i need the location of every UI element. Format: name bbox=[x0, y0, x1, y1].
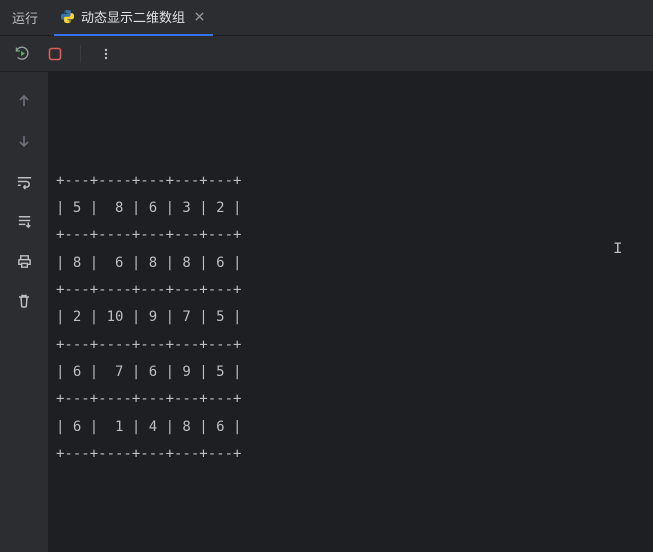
stop-button[interactable] bbox=[44, 43, 66, 65]
run-tab[interactable]: 动态显示二维数组 bbox=[54, 0, 213, 36]
arrow-down-icon[interactable] bbox=[13, 130, 35, 152]
console-text: +---+----+---+---+---+ | 5 | 8 | 6 | 3 |… bbox=[56, 173, 241, 462]
app-root: 运行 动态显示二维数组 bbox=[0, 0, 653, 552]
close-icon[interactable] bbox=[191, 9, 207, 25]
text-cursor: I bbox=[613, 234, 614, 252]
tab-title: 动态显示二维数组 bbox=[81, 7, 185, 26]
trash-icon[interactable] bbox=[13, 290, 35, 312]
arrow-up-icon[interactable] bbox=[13, 90, 35, 112]
python-icon bbox=[60, 9, 75, 24]
run-toolbar bbox=[0, 36, 653, 72]
scroll-end-icon[interactable] bbox=[13, 210, 35, 232]
tabbar: 运行 动态显示二维数组 bbox=[0, 0, 653, 36]
toolbar-separator bbox=[80, 45, 81, 63]
more-button[interactable] bbox=[95, 43, 117, 65]
wrap-icon[interactable] bbox=[13, 170, 35, 192]
print-icon[interactable] bbox=[13, 250, 35, 272]
console-gutter bbox=[0, 72, 48, 552]
rerun-button[interactable] bbox=[10, 43, 32, 65]
run-toolwindow-label[interactable]: 运行 bbox=[12, 8, 38, 27]
console-output[interactable]: +---+----+---+---+---+ | 5 | 8 | 6 | 3 |… bbox=[48, 72, 653, 552]
body: +---+----+---+---+---+ | 5 | 8 | 6 | 3 |… bbox=[0, 72, 653, 552]
